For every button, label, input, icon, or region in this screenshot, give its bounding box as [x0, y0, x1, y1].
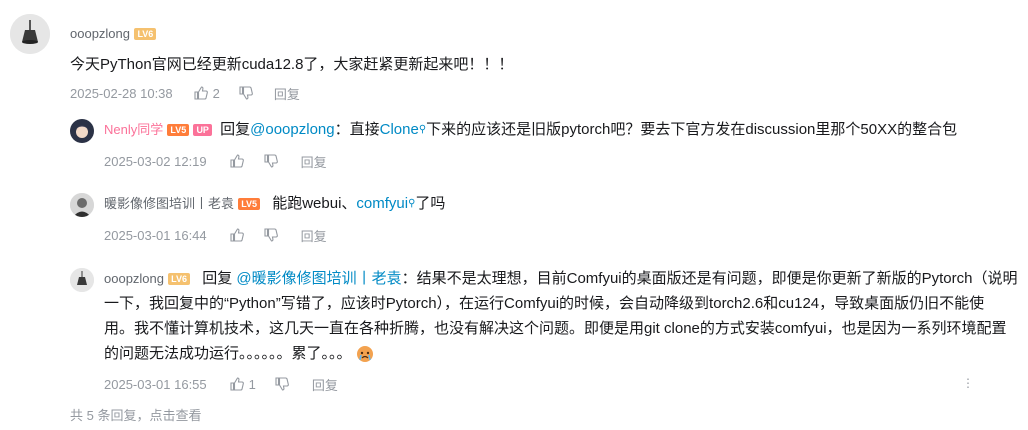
- thumbs-up-icon: [230, 154, 244, 168]
- reply-meta: 2025-03-01 16:55 1 回复: [104, 375, 338, 393]
- keyword-link[interactable]: comfyui: [356, 195, 408, 212]
- reply-text-part: ：结果不是太理想，目前Comfyui的桌面版还是有问题，即便是你更新了新版的Py…: [401, 270, 1018, 287]
- reply-text-part: 了吗: [415, 195, 446, 212]
- thumbs-down-icon: [239, 86, 253, 100]
- comment-header: ooopzlong LV6: [70, 25, 157, 43]
- reply-date: 2025-03-01 16:55: [104, 376, 207, 392]
- more-options-icon[interactable]: ⋮: [962, 376, 975, 390]
- dislike-button[interactable]: [263, 153, 279, 169]
- comment-date: 2025-02-28 10:38: [70, 85, 173, 101]
- avatar[interactable]: [70, 119, 94, 143]
- lamp-avatar-icon: [10, 14, 50, 54]
- level-badge: LV6: [168, 273, 191, 286]
- photo-avatar-icon: [70, 193, 94, 217]
- level-badge: LV5: [167, 124, 190, 137]
- thumbs-up-icon: [230, 228, 244, 242]
- reply-text: Nenly同学 LV5 UP 回复@ooopzlong：直接Clone⚲下来的应…: [104, 117, 957, 142]
- reply-text-part: 能跑webui、: [272, 195, 357, 212]
- reply-button[interactable]: 回复: [312, 375, 338, 394]
- reply-date: 2025-03-01 16:44: [104, 227, 207, 243]
- thumbs-up-icon: [230, 377, 244, 391]
- reply-date: 2025-03-02 12:19: [104, 153, 207, 169]
- dislike-button[interactable]: [238, 85, 254, 101]
- like-count: 1: [248, 376, 256, 392]
- reply-line: 的问题无法成功运行。。。。。。累了。。。: [104, 341, 1022, 366]
- reply-text-part: 的问题无法成功运行。。。。。。累了。。。: [104, 345, 352, 362]
- keyword-link[interactable]: Clone: [380, 121, 419, 138]
- reply-button[interactable]: 回复: [301, 152, 327, 171]
- like-button[interactable]: 1: [229, 376, 256, 392]
- level-badge: LV5: [238, 198, 261, 211]
- like-button[interactable]: [229, 227, 245, 243]
- reply-text-part: ：直接: [334, 121, 380, 138]
- reply-text: ooopzlong LV6 回复 @暖影像修图培训丨老袁：结果不是太理想，目前C…: [104, 266, 1022, 366]
- reply-line: 用。我不懂计算机技术，这几天一直在各种折腾，也没有解决这个问题。即便是用git …: [104, 320, 1007, 337]
- comment-text: 今天PyThon官网已经更新cuda12.8了，大家赶紧更新起来吧！！！: [70, 56, 514, 73]
- crying-emoji-icon: [356, 345, 374, 363]
- avatar[interactable]: [10, 14, 50, 54]
- reply-line: ooopzlong LV6 回复 @暖影像修图培训丨老袁：结果不是太理想，目前C…: [104, 266, 1022, 291]
- username[interactable]: ooopzlong: [104, 271, 164, 286]
- avatar[interactable]: [70, 193, 94, 217]
- dislike-button[interactable]: [263, 227, 279, 243]
- reply-button[interactable]: 回复: [274, 84, 300, 103]
- lamp-avatar-icon: [70, 268, 94, 292]
- mention-link[interactable]: @ooopzlong: [250, 121, 334, 138]
- username[interactable]: Nenly同学: [104, 122, 163, 137]
- thumbs-down-icon: [264, 154, 278, 168]
- dislike-button[interactable]: [274, 376, 290, 392]
- like-count: 2: [212, 85, 220, 101]
- anime-avatar-icon: [70, 119, 94, 143]
- thumbs-up-icon: [194, 86, 208, 100]
- like-button[interactable]: [229, 153, 245, 169]
- reply-meta: 2025-03-01 16:44 回复: [104, 226, 327, 244]
- up-badge: UP: [193, 124, 212, 137]
- reply-prefix: 回复: [220, 121, 251, 138]
- like-button[interactable]: 2: [193, 85, 220, 101]
- thumbs-down-icon: [275, 377, 289, 391]
- comment-meta: 2025-02-28 10:38 2 回复: [70, 84, 300, 102]
- mention-link[interactable]: @暖影像修图培训丨老袁: [236, 270, 401, 287]
- thumbs-down-icon: [264, 228, 278, 242]
- view-more-replies[interactable]: 共 5 条回复，点击查看: [70, 405, 201, 424]
- username[interactable]: 暖影像修图培训丨老袁: [104, 196, 234, 211]
- avatar[interactable]: [70, 268, 94, 292]
- level-badge: LV6: [134, 27, 157, 40]
- reply-text: 暖影像修图培训丨老袁 LV5 能跑webui、comfyui⚲了吗: [104, 191, 445, 216]
- reply-text-part: 下来的应该还是旧版pytorch吧？要去下官方发在discussion里那个50…: [426, 121, 958, 138]
- reply-button[interactable]: 回复: [301, 226, 327, 245]
- reply-prefix: 回复: [202, 270, 233, 287]
- username[interactable]: ooopzlong: [70, 26, 130, 41]
- reply-line: 一下，我回复中的“Python”写错了，应该时Pytorch），在运行Comfy…: [104, 295, 985, 312]
- reply-meta: 2025-03-02 12:19 回复: [104, 152, 327, 170]
